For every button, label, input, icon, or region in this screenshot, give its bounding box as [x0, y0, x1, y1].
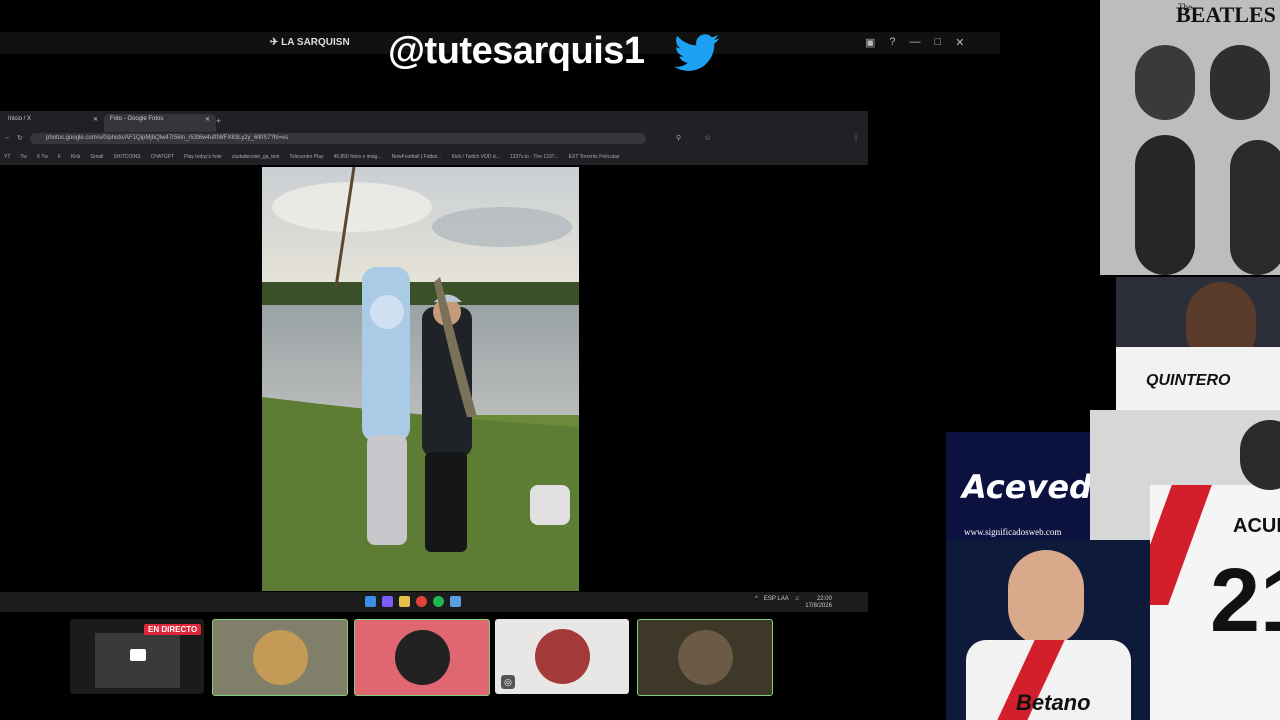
- quintero-image: QUINTERO: [1116, 277, 1280, 410]
- bookmark-item[interactable]: SHITCOINS: [113, 154, 140, 160]
- chrome-icon[interactable]: [416, 596, 427, 607]
- system-tray: ^ ESP LAA ♫ 22:00 17/8/2026: [755, 596, 832, 610]
- channel-name: ✈ LA SARQUISN: [270, 37, 350, 48]
- player-name: QUINTERO: [1146, 372, 1231, 389]
- bookmark-item[interactable]: 1337x.to - The 1337...: [510, 154, 559, 160]
- clock-time: 22:00: [816, 596, 832, 602]
- avatar: [395, 630, 450, 685]
- bookmark-item[interactable]: YT: [4, 154, 10, 160]
- participant-tile-man[interactable]: [637, 619, 773, 696]
- avatar: [253, 630, 308, 685]
- bookmark-item[interactable]: Play today's hole: [184, 154, 222, 160]
- app-icon[interactable]: [450, 596, 461, 607]
- bookmark-item[interactable]: Tw: [20, 154, 26, 160]
- bookmark-item[interactable]: X Tw: [37, 154, 48, 160]
- participant-tile-object[interactable]: ◎: [495, 619, 629, 694]
- tab-x-home[interactable]: Inicio / X ✕: [2, 114, 104, 132]
- screen-share-status-icon: ◎: [501, 675, 515, 689]
- browser-window: Inicio / X ✕ Foto - Google Fotos ✕ + ← ↻ p…: [0, 111, 868, 165]
- menu-icon[interactable]: ⋮: [852, 133, 860, 142]
- avatar: [535, 629, 590, 684]
- player-number: 21: [1210, 551, 1280, 651]
- screen-share-icon: [130, 649, 146, 661]
- band-member: [1135, 135, 1195, 275]
- bookmark-item[interactable]: EXT Torrents Películas: [569, 154, 620, 160]
- reload-icon[interactable]: ↻: [17, 134, 23, 142]
- bookmark-item[interactable]: F: [58, 154, 61, 160]
- address-bar[interactable]: photos.google.com/u/0/photo/AF1QipMjbQlw…: [30, 133, 646, 144]
- participant-tile-fishing[interactable]: [354, 619, 490, 696]
- inbox-icon[interactable]: ▣: [865, 36, 875, 49]
- channel-name-text: LA SARQUISN: [281, 37, 350, 48]
- band-member: [1210, 45, 1270, 120]
- channel-logo-icon: ✈: [270, 37, 282, 48]
- close-icon[interactable]: ✕: [955, 36, 964, 49]
- bookmark-star-icon[interactable]: ☆: [704, 133, 711, 142]
- acevedo-card: Acevedo www.significadosweb.com: [946, 432, 1090, 540]
- windows-start-icon[interactable]: [365, 596, 376, 607]
- bookmark-item[interactable]: ciudadecolor_ga_test: [232, 154, 280, 160]
- tray-arrow-icon[interactable]: ^: [755, 596, 758, 610]
- beatles-logo: BEATLES: [1176, 2, 1276, 27]
- streamer-webcam: Betano: [946, 540, 1150, 720]
- tab-label: Foto - Google Fotos: [110, 116, 164, 122]
- help-icon[interactable]: ?: [889, 36, 895, 49]
- sponsor-logo: Betano: [1016, 690, 1091, 715]
- clock-date: 17/8/2026: [805, 603, 832, 609]
- clock[interactable]: 22:00 17/8/2026: [805, 596, 832, 610]
- beatles-image: The BEATLES: [1100, 0, 1280, 275]
- participant-tile-dog[interactable]: [212, 619, 348, 696]
- spotify-icon[interactable]: [433, 596, 444, 607]
- tab-google-photos[interactable]: Foto - Google Fotos ✕: [104, 114, 216, 132]
- zoom-icon[interactable]: ⚲: [676, 134, 681, 142]
- language-indicator[interactable]: ESP LAA: [764, 596, 789, 610]
- back-icon[interactable]: ←: [4, 134, 11, 141]
- band-member: [1135, 45, 1195, 120]
- window-controls: ▣ ? — □ ✕: [865, 36, 964, 49]
- acevedo-site: www.significadosweb.com: [964, 527, 1062, 537]
- acevedo-title: Acevedo: [962, 468, 1090, 506]
- player-head: [1240, 420, 1280, 490]
- windows-taskbar: ^ ESP LAA ♫ 22:00 17/8/2026: [0, 592, 868, 612]
- bookmark-item[interactable]: Kick / Twitch VOD d...: [452, 154, 500, 160]
- file-explorer-icon[interactable]: [399, 596, 410, 607]
- tab-close-icon[interactable]: ✕: [205, 116, 210, 123]
- player-name: ACUÑA: [1233, 515, 1280, 537]
- maximize-icon[interactable]: □: [935, 36, 942, 49]
- live-badge: EN DIRECTO: [144, 624, 202, 635]
- twitter-bird-icon: [674, 34, 720, 71]
- bookmark-item[interactable]: Gmail: [90, 154, 103, 160]
- bookmark-item[interactable]: NowFootball | Fútbol...: [392, 154, 442, 160]
- teams-icon[interactable]: [382, 596, 393, 607]
- tab-close-icon[interactable]: ✕: [93, 116, 98, 123]
- band-member: [1230, 140, 1280, 275]
- minimize-icon[interactable]: —: [910, 36, 921, 49]
- taskbar-apps: [365, 596, 461, 607]
- streamer-face: [1008, 550, 1084, 646]
- volume-icon[interactable]: ♫: [795, 596, 800, 610]
- tab-label: Inicio / X: [8, 116, 32, 122]
- fishing-photo: [262, 167, 579, 591]
- twitter-handle: @tutesarquis1: [388, 30, 645, 72]
- bookmark-item[interactable]: Kick: [71, 154, 80, 160]
- new-tab-icon[interactable]: +: [216, 116, 221, 126]
- bookmark-item[interactable]: CHATGPT: [151, 154, 175, 160]
- avatar: [678, 630, 733, 685]
- bookmarks-bar: YT Tw X Tw F Kick Gmail SHITCOINS CHATGP…: [0, 151, 872, 163]
- bookmark-item[interactable]: Telecentro Play: [289, 154, 323, 160]
- bookmark-item[interactable]: 40.850 fotos e imág...: [334, 154, 382, 160]
